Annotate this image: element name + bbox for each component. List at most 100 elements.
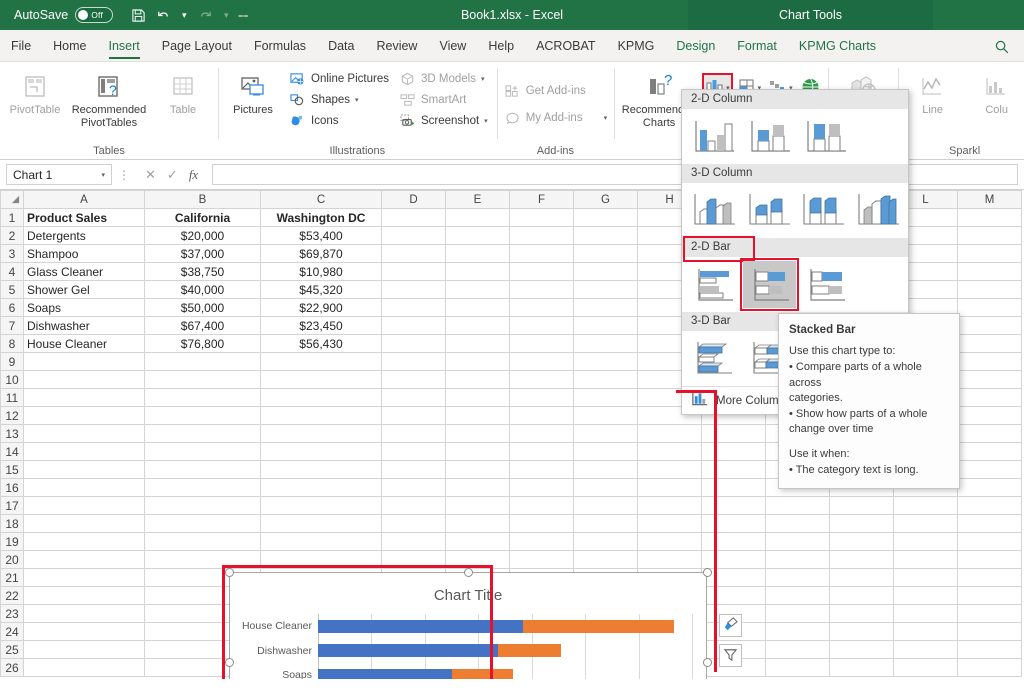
row-header-12[interactable]: 12 (0, 406, 24, 425)
cell-M15[interactable] (957, 460, 1022, 479)
online-pictures-button[interactable]: Online Pictures (286, 69, 394, 89)
cell-B18[interactable] (144, 514, 261, 533)
cell-E5[interactable] (445, 280, 510, 299)
cell-D12[interactable] (381, 406, 446, 425)
cell-A17[interactable] (23, 496, 145, 515)
tab-kpmg-charts[interactable]: KPMG Charts (788, 31, 887, 61)
cell-M3[interactable] (957, 244, 1022, 263)
tab-kpmg[interactable]: KPMG (607, 31, 666, 61)
cell-H16[interactable] (637, 478, 702, 497)
cell-D7[interactable] (381, 316, 446, 335)
cell-A20[interactable] (23, 550, 145, 569)
cell-A19[interactable] (23, 532, 145, 551)
cell-G3[interactable] (573, 244, 638, 263)
name-box[interactable]: Chart 1 ▾ (6, 164, 112, 185)
row-header-18[interactable]: 18 (0, 514, 24, 533)
cell-A13[interactable] (23, 424, 145, 443)
cell-M16[interactable] (957, 478, 1022, 497)
cell-I22[interactable] (701, 586, 766, 605)
cell-G14[interactable] (573, 442, 638, 461)
insert-function-icon[interactable]: fx (189, 167, 198, 183)
tab-format[interactable]: Format (726, 31, 788, 61)
3d-clustered-column-item[interactable] (687, 187, 739, 234)
cell-D19[interactable] (381, 532, 446, 551)
row-header-4[interactable]: 4 (0, 262, 24, 281)
3d-clustered-bar-item[interactable] (687, 335, 740, 382)
cell-I15[interactable] (701, 460, 766, 479)
cell-C18[interactable] (260, 514, 382, 533)
cell-F3[interactable] (509, 244, 574, 263)
3d-100-stacked-column-item[interactable] (796, 187, 849, 234)
3d-models-button[interactable]: 3D Models ▾ (396, 69, 493, 89)
cell-A8[interactable]: House Cleaner (23, 334, 145, 353)
cell-E2[interactable] (445, 226, 510, 245)
cell-E18[interactable] (445, 514, 510, 533)
cell-A2[interactable]: Detergents (23, 226, 145, 245)
cell-M1[interactable] (957, 208, 1022, 227)
cell-E4[interactable] (445, 262, 510, 281)
cell-G19[interactable] (573, 532, 638, 551)
cell-C14[interactable] (260, 442, 382, 461)
cell-G5[interactable] (573, 280, 638, 299)
cell-M25[interactable] (957, 640, 1022, 659)
icons-button[interactable]: Icons (286, 111, 394, 131)
cell-H15[interactable] (637, 460, 702, 479)
cell-A4[interactable]: Glass Cleaner (23, 262, 145, 281)
cell-L18[interactable] (893, 514, 958, 533)
cell-E20[interactable] (445, 550, 510, 569)
chart-object[interactable]: Chart Title House Cleaner Dishwasher Soaps… (225, 568, 712, 679)
sparkline-column-button[interactable]: Colu (966, 67, 1024, 120)
row-header-17[interactable]: 17 (0, 496, 24, 515)
cell-J24[interactable] (765, 622, 830, 641)
row-header-13[interactable]: 13 (0, 424, 24, 443)
cell-G2[interactable] (573, 226, 638, 245)
cell-C8[interactable]: $56,430 (260, 334, 382, 353)
chart-styles-button[interactable] (719, 614, 742, 637)
autosave-control[interactable]: AutoSave Off (14, 7, 114, 23)
row-header-3[interactable]: 3 (0, 244, 24, 263)
cell-E1[interactable] (445, 208, 510, 227)
cell-M26[interactable] (957, 658, 1022, 677)
cell-D14[interactable] (381, 442, 446, 461)
cell-G16[interactable] (573, 478, 638, 497)
cell-A22[interactable] (23, 586, 145, 605)
cell-M19[interactable] (957, 532, 1022, 551)
cell-M20[interactable] (957, 550, 1022, 569)
cell-E17[interactable] (445, 496, 510, 515)
col-header-g[interactable]: G (573, 190, 638, 209)
chart-bar-row[interactable] (318, 614, 692, 639)
row-header-20[interactable]: 20 (0, 550, 24, 569)
row-header-1[interactable]: 1 (0, 208, 24, 227)
cell-L26[interactable] (893, 658, 958, 677)
col-header-a[interactable]: A (23, 190, 145, 209)
cell-C10[interactable] (260, 370, 382, 389)
cell-E12[interactable] (445, 406, 510, 425)
sparkline-line-button[interactable]: Line (902, 67, 964, 120)
cell-D10[interactable] (381, 370, 446, 389)
my-addins-button[interactable]: My Add-ins ▾ (501, 105, 610, 131)
cell-B20[interactable] (144, 550, 261, 569)
cell-G8[interactable] (573, 334, 638, 353)
cell-A25[interactable] (23, 640, 145, 659)
cell-A1[interactable]: Product Sales (23, 208, 145, 227)
tab-formulas[interactable]: Formulas (243, 31, 317, 61)
tab-data[interactable]: Data (317, 31, 365, 61)
cell-F9[interactable] (509, 352, 574, 371)
cell-G11[interactable] (573, 388, 638, 407)
tab-help[interactable]: Help (477, 31, 525, 61)
cell-M21[interactable] (957, 568, 1022, 587)
cell-G6[interactable] (573, 298, 638, 317)
cell-J21[interactable] (765, 568, 830, 587)
cell-M9[interactable] (957, 352, 1022, 371)
cell-A10[interactable] (23, 370, 145, 389)
chevron-down-icon[interactable]: ▾ (355, 96, 359, 104)
clustered-bar-item[interactable] (687, 261, 740, 308)
cell-F20[interactable] (509, 550, 574, 569)
cell-F11[interactable] (509, 388, 574, 407)
cell-I20[interactable] (701, 550, 766, 569)
cell-C20[interactable] (260, 550, 382, 569)
cell-F4[interactable] (509, 262, 574, 281)
cell-E19[interactable] (445, 532, 510, 551)
resize-handle-e[interactable] (703, 658, 712, 667)
cell-M12[interactable] (957, 406, 1022, 425)
